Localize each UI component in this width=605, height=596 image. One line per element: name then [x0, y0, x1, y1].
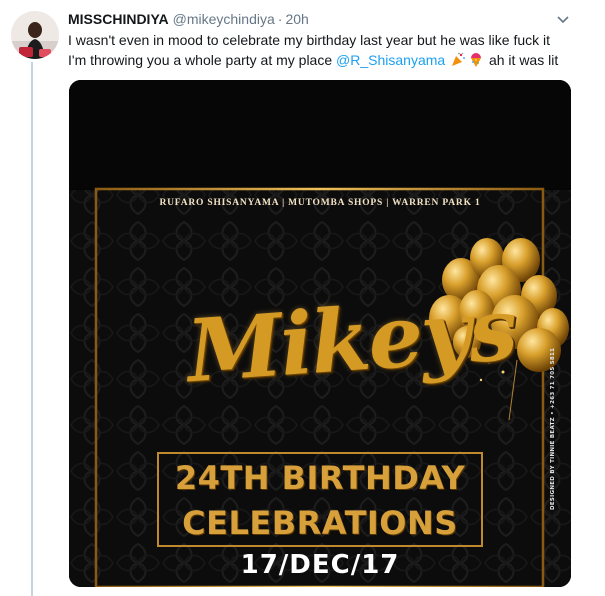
tweet-text-line-1: I wasn't even in mood to celebrate my bi… [68, 32, 551, 48]
flyer-venue-subtitle: RUFARO SHISANYAMA | MUTOMBA SHOPS | WARR… [159, 198, 481, 208]
flyer-date: 17/DEC/17 [240, 550, 400, 580]
thread-connector-line [31, 62, 33, 596]
tweet-media-image[interactable]: RUFARO SHISANYAMA | MUTOMBA SHOPS | WARR… [69, 80, 571, 587]
display-name[interactable]: MISSCHINDIYA [68, 11, 169, 27]
tweet-text-segment: ah it was lit [488, 52, 559, 68]
flyer-designer-credit: DESIGNED BY TINNIE BEATZ • +263 71 705 5… [550, 347, 556, 510]
flyer-heading-line-2: CELEBRATIONS [182, 504, 458, 542]
flyer-title: Mikeys [183, 278, 519, 403]
tweet-text-segment: I'm throwing you a whole party at my pla… [68, 52, 337, 68]
confetti-ball-icon [471, 53, 482, 67]
avatar[interactable] [11, 11, 59, 59]
tweet-timestamp[interactable]: 20h [285, 11, 308, 27]
party-popper-icon [452, 52, 466, 66]
tweet-text: I wasn't even in mood to celebrate my bi… [68, 30, 588, 70]
tweet-header: MISSCHINDIYA @mikeychindiya · 20h [68, 11, 309, 31]
tweet-text-line-2: I'm throwing you a whole party at my pla… [68, 50, 588, 70]
user-handle[interactable]: @mikeychindiya [173, 11, 275, 27]
separator-dot: · [277, 11, 283, 27]
chevron-down-icon[interactable] [556, 12, 570, 26]
flyer-heading-line-1: 24TH BIRTHDAY [174, 459, 466, 497]
mention-link[interactable]: @R_Shisanyama [336, 52, 445, 68]
avatar-photo [11, 11, 59, 59]
